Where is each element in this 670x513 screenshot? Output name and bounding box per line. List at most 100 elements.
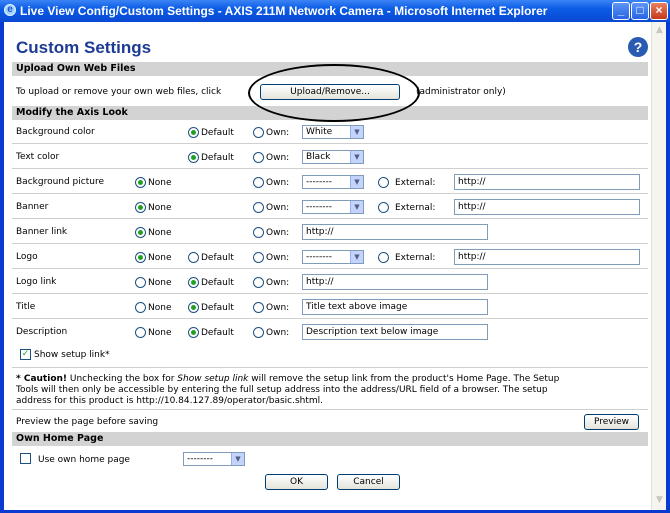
home-page-value: -------- bbox=[187, 454, 213, 464]
banner-link-own-label: Own: bbox=[266, 228, 290, 238]
bg-picture-external-radio[interactable] bbox=[378, 177, 389, 188]
content: Custom Settings ? Upload Own Web Files T… bbox=[8, 27, 648, 507]
bg-picture-own-radio[interactable] bbox=[253, 177, 264, 188]
title-own-radio[interactable] bbox=[253, 302, 264, 313]
look-section-header: Modify the Axis Look bbox=[12, 106, 648, 120]
text-color-own-label: Own: bbox=[266, 153, 290, 163]
page-area: Custom Settings ? Upload Own Web Files T… bbox=[4, 22, 666, 510]
bg-picture-external-label: External: bbox=[395, 178, 436, 188]
description-default-radio[interactable] bbox=[188, 327, 199, 338]
description-label: Description bbox=[16, 327, 68, 337]
browser-window: e Live View Config/Custom Settings - AXI… bbox=[0, 0, 670, 513]
description-text-input[interactable]: Description text below image bbox=[302, 324, 488, 340]
upload-remove-button[interactable]: Upload/Remove... bbox=[260, 84, 400, 100]
logo-external-label: External: bbox=[395, 253, 436, 263]
scroll-up-icon[interactable]: ▲ bbox=[653, 24, 666, 37]
bg-color-default-radio[interactable] bbox=[188, 127, 199, 138]
divider bbox=[12, 293, 648, 294]
logo-link-none-radio[interactable] bbox=[135, 277, 146, 288]
title-default-radio[interactable] bbox=[188, 302, 199, 313]
bg-picture-none-radio[interactable] bbox=[135, 177, 146, 188]
title-own-label: Own: bbox=[266, 303, 290, 313]
logo-none-radio[interactable] bbox=[135, 252, 146, 263]
chevron-down-icon: ▼ bbox=[350, 151, 363, 163]
help-icon[interactable]: ? bbox=[628, 37, 648, 57]
logo-label: Logo bbox=[16, 252, 38, 262]
text-color-value: Black bbox=[306, 152, 331, 162]
banner-link-none-label: None bbox=[148, 228, 172, 238]
banner-link-url-input[interactable]: http:// bbox=[302, 224, 488, 240]
divider bbox=[12, 268, 648, 269]
logo-url-input[interactable]: http:// bbox=[454, 249, 640, 265]
logo-link-url-input[interactable]: http:// bbox=[302, 274, 488, 290]
chevron-down-icon: ▼ bbox=[350, 176, 363, 188]
text-color-default-radio[interactable] bbox=[188, 152, 199, 163]
maximize-button[interactable]: □ bbox=[631, 2, 649, 20]
title-none-radio[interactable] bbox=[135, 302, 146, 313]
ok-button[interactable]: OK bbox=[265, 474, 328, 490]
scroll-down-icon[interactable]: ▼ bbox=[653, 494, 666, 507]
upload-section-header: Upload Own Web Files bbox=[12, 62, 648, 76]
divider bbox=[12, 218, 648, 219]
title-text-input[interactable]: Title text above image bbox=[302, 299, 488, 315]
logo-select[interactable]: -------- ▼ bbox=[302, 250, 364, 264]
logo-default-label: Default bbox=[201, 253, 234, 263]
banner-url-input[interactable]: http:// bbox=[454, 199, 640, 215]
show-setup-label: Show setup link* bbox=[34, 350, 110, 360]
bg-picture-value: -------- bbox=[306, 177, 332, 187]
logo-link-default-radio[interactable] bbox=[188, 277, 199, 288]
banner-external-label: External: bbox=[395, 203, 436, 213]
logo-default-radio[interactable] bbox=[188, 252, 199, 263]
vertical-scrollbar[interactable]: ▲ ▼ bbox=[651, 22, 666, 510]
banner-none-radio[interactable] bbox=[135, 202, 146, 213]
description-own-label: Own: bbox=[266, 328, 290, 338]
show-setup-checkbox[interactable]: ✓ bbox=[20, 349, 31, 360]
bg-color-value: White bbox=[306, 127, 333, 137]
banner-external-radio[interactable] bbox=[378, 202, 389, 213]
home-section-header: Own Home Page bbox=[12, 432, 648, 446]
title-bar: e Live View Config/Custom Settings - AXI… bbox=[0, 0, 670, 22]
text-color-label: Text color bbox=[16, 152, 60, 162]
description-none-radio[interactable] bbox=[135, 327, 146, 338]
logo-link-own-radio[interactable] bbox=[253, 277, 264, 288]
caution-line-3: address for this product is http://10.84… bbox=[16, 396, 324, 406]
bg-color-select[interactable]: White ▼ bbox=[302, 125, 364, 139]
use-own-home-label: Use own home page bbox=[38, 455, 130, 465]
logo-link-label: Logo link bbox=[16, 277, 57, 287]
logo-external-radio[interactable] bbox=[378, 252, 389, 263]
text-color-default-label: Default bbox=[201, 153, 234, 163]
logo-own-label: Own: bbox=[266, 253, 290, 263]
bg-picture-url-input[interactable]: http:// bbox=[454, 174, 640, 190]
description-own-radio[interactable] bbox=[253, 327, 264, 338]
banner-link-none-radio[interactable] bbox=[135, 227, 146, 238]
banner-link-label: Banner link bbox=[16, 227, 68, 237]
banner-none-label: None bbox=[148, 203, 172, 213]
upload-text: To upload or remove your own web files, … bbox=[16, 87, 222, 97]
title-none-label: None bbox=[148, 303, 172, 313]
text-color-own-radio[interactable] bbox=[253, 152, 264, 163]
preview-button[interactable]: Preview bbox=[584, 414, 639, 430]
bg-color-own-label: Own: bbox=[266, 128, 290, 138]
text-color-select[interactable]: Black ▼ bbox=[302, 150, 364, 164]
use-own-home-checkbox[interactable] bbox=[20, 453, 31, 464]
banner-link-own-radio[interactable] bbox=[253, 227, 264, 238]
bg-color-label: Background color bbox=[16, 127, 95, 137]
caution-label: * Caution! bbox=[16, 374, 68, 384]
logo-none-label: None bbox=[148, 253, 172, 263]
cancel-button[interactable]: Cancel bbox=[337, 474, 400, 490]
logo-own-radio[interactable] bbox=[253, 252, 264, 263]
home-page-select[interactable]: -------- ▼ bbox=[183, 452, 245, 466]
title-label: Title bbox=[16, 302, 36, 312]
close-button[interactable]: × bbox=[650, 2, 668, 20]
bg-picture-select[interactable]: -------- ▼ bbox=[302, 175, 364, 189]
caution-line-2: Tools will then only be accessible by en… bbox=[16, 385, 548, 395]
divider bbox=[12, 143, 648, 144]
banner-select[interactable]: -------- ▼ bbox=[302, 200, 364, 214]
banner-own-radio[interactable] bbox=[253, 202, 264, 213]
minimize-button[interactable]: _ bbox=[612, 2, 630, 20]
description-default-label: Default bbox=[201, 328, 234, 338]
bg-color-own-radio[interactable] bbox=[253, 127, 264, 138]
page-title: Custom Settings bbox=[16, 38, 152, 57]
divider bbox=[12, 409, 648, 410]
admin-note: (administrator only) bbox=[416, 87, 506, 97]
